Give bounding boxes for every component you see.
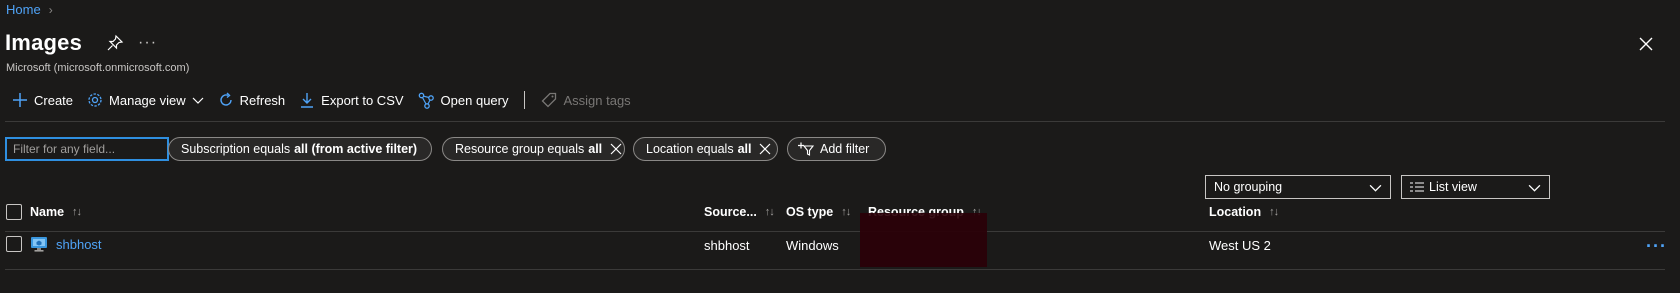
download-icon	[301, 93, 314, 108]
command-toolbar: Create Manage view Refresh Export to CSV…	[12, 88, 645, 112]
gear-icon	[88, 93, 102, 107]
pin-icon[interactable]	[106, 34, 124, 52]
page-title: Images	[5, 30, 83, 55]
row-more-options-icon[interactable]: ···	[1646, 236, 1667, 257]
redaction-overlay	[860, 213, 987, 267]
table-row-name-cell: shbhost	[30, 236, 102, 253]
column-header-name[interactable]: Name ↑↓	[30, 205, 82, 219]
assign-tags-button[interactable]: Assign tags	[541, 92, 631, 108]
grouping-dropdown[interactable]: No grouping	[1205, 175, 1391, 199]
create-label: Create	[34, 92, 74, 108]
open-query-button[interactable]: Open query	[418, 92, 509, 109]
row-divider	[5, 269, 1665, 270]
export-csv-button[interactable]: Export to CSV	[299, 92, 404, 108]
close-icon[interactable]	[1637, 35, 1655, 53]
column-header-source-label: Source...	[704, 205, 757, 219]
tag-icon	[542, 92, 557, 108]
view-mode-dropdown[interactable]: List view	[1401, 175, 1550, 199]
create-button[interactable]: Create	[12, 92, 73, 108]
location-filter-prefix: Location equals	[646, 142, 734, 156]
remove-filter-icon[interactable]	[610, 143, 622, 155]
more-options-icon[interactable]: ···	[138, 35, 157, 51]
title-row: Images ···	[5, 30, 157, 56]
add-filter-icon	[798, 142, 814, 156]
refresh-button[interactable]: Refresh	[218, 92, 286, 108]
view-mode-value: List view	[1429, 180, 1477, 194]
toolbar-divider	[5, 121, 1665, 122]
resource-group-filter-value: all	[588, 142, 603, 156]
query-icon	[418, 92, 434, 109]
column-header-location-label: Location	[1209, 205, 1262, 219]
row-checkbox[interactable]	[6, 236, 22, 252]
resource-group-filter-pill[interactable]: Resource group equals all	[442, 137, 625, 161]
select-all-checkbox[interactable]	[6, 204, 22, 220]
column-header-location[interactable]: Location ↑↓	[1209, 205, 1279, 219]
refresh-label: Refresh	[239, 92, 286, 108]
table-cell-location: West US 2	[1209, 238, 1271, 253]
export-csv-label: Export to CSV	[321, 92, 404, 108]
header-divider	[5, 231, 1665, 232]
add-filter-label: Add filter	[820, 142, 870, 156]
resource-group-filter-prefix: Resource group equals	[455, 142, 585, 156]
vm-image-icon	[31, 237, 47, 252]
location-filter-value: all	[737, 142, 752, 156]
refresh-icon	[219, 92, 232, 106]
column-header-name-label: Name	[30, 205, 65, 219]
chevron-right-icon: ›	[48, 2, 53, 17]
location-filter-pill[interactable]: Location equals all	[633, 137, 778, 161]
column-header-source[interactable]: Source... ↑↓	[704, 205, 775, 219]
column-header-os-type[interactable]: OS type ↑↓	[786, 205, 851, 219]
sort-icon[interactable]: ↑↓	[841, 206, 851, 218]
subscription-filter-prefix: Subscription equals	[181, 142, 291, 156]
chevron-down-icon	[192, 97, 204, 104]
table-cell-source: shbhost	[704, 238, 750, 253]
chevron-down-icon	[1369, 184, 1382, 192]
column-header-os-type-label: OS type	[786, 205, 834, 219]
sort-icon[interactable]: ↑↓	[1269, 206, 1279, 218]
breadcrumb: Home ›	[6, 2, 53, 17]
sort-icon[interactable]: ↑↓	[765, 206, 775, 218]
toolbar-separator	[524, 91, 526, 109]
add-filter-button[interactable]: Add filter	[787, 137, 886, 161]
subscription-filter-pill[interactable]: Subscription equals all (from active fil…	[168, 137, 432, 161]
page-subtitle: Microsoft (microsoft.onmicrosoft.com)	[6, 62, 190, 74]
remove-filter-icon[interactable]	[759, 143, 771, 155]
breadcrumb-home-link[interactable]: Home	[6, 2, 41, 17]
open-query-label: Open query	[440, 92, 509, 108]
image-name-link[interactable]: shbhost	[56, 237, 102, 252]
manage-view-button[interactable]: Manage view	[87, 92, 204, 108]
subscription-filter-value: all (from active filter)	[294, 142, 418, 156]
filter-input[interactable]	[5, 137, 169, 161]
chevron-down-icon	[1528, 184, 1541, 192]
sort-icon[interactable]: ↑↓	[72, 206, 82, 218]
list-view-icon	[1410, 182, 1424, 192]
manage-view-label: Manage view	[109, 92, 186, 108]
table-cell-os-type: Windows	[786, 238, 839, 253]
assign-tags-label: Assign tags	[563, 92, 631, 108]
plus-icon	[13, 93, 27, 107]
grouping-value: No grouping	[1214, 180, 1283, 194]
